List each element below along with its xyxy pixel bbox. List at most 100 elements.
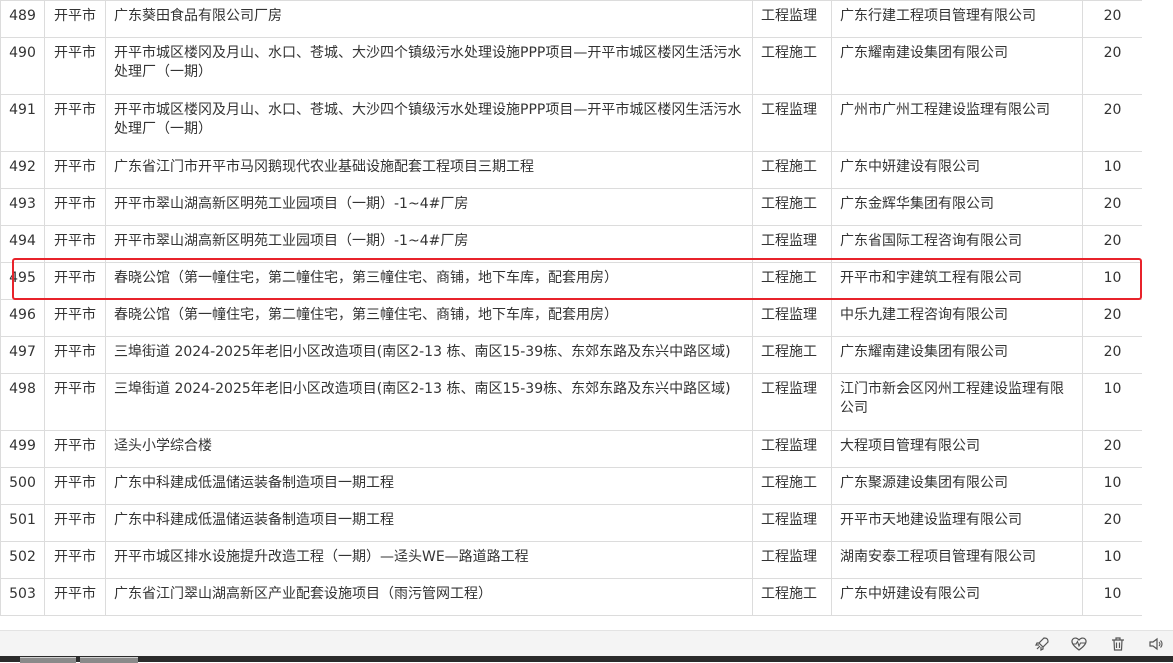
cell-score: 20 bbox=[1082, 94, 1142, 152]
cell-city: 开平市 bbox=[44, 94, 106, 152]
cell-city: 开平市 bbox=[44, 0, 106, 38]
cell-index: 493 bbox=[0, 188, 45, 226]
cell-score: 20 bbox=[1082, 504, 1142, 542]
cell-city: 开平市 bbox=[44, 299, 106, 337]
cell-city: 开平市 bbox=[44, 336, 106, 374]
heart-rate-icon[interactable] bbox=[1069, 634, 1089, 654]
cell-city: 开平市 bbox=[44, 188, 106, 226]
cell-project-name: 开平市城区楼冈及月山、水口、苍城、大沙四个镇级污水处理设施PPP项目—开平市城区… bbox=[105, 37, 753, 95]
cell-city: 开平市 bbox=[44, 504, 106, 542]
cell-city: 开平市 bbox=[44, 262, 106, 300]
cell-index: 503 bbox=[0, 578, 45, 616]
cell-company: 广东聚源建设集团有限公司 bbox=[831, 467, 1083, 505]
cell-project-name: 开平市城区排水设施提升改造工程（一期）—迳头WE—路道路工程 bbox=[105, 541, 753, 579]
table-row: 502 开平市 开平市城区排水设施提升改造工程（一期）—迳头WE—路道路工程 工程监理… bbox=[0, 541, 1142, 579]
cell-company: 开平市和宇建筑工程有限公司 bbox=[831, 262, 1083, 300]
cell-work-type: 工程监理 bbox=[752, 504, 832, 542]
cell-project-name: 三埠街道 2024-2025年老旧小区改造项目(南区2-13 栋、南区15-39… bbox=[105, 373, 753, 431]
cell-company: 广东省国际工程咨询有限公司 bbox=[831, 225, 1083, 263]
table-row: 493 开平市 开平市翠山湖高新区明苑工业园项目（一期）-1~4#厂房 工程施工 广东金… bbox=[0, 188, 1142, 226]
cell-work-type: 工程监理 bbox=[752, 225, 832, 263]
table-row: 492 开平市 广东省江门市开平市马冈鹅现代农业基础设施配套工程项目三期工程 工程施工… bbox=[0, 151, 1142, 189]
cell-company: 大程项目管理有限公司 bbox=[831, 430, 1083, 468]
cell-project-name: 广东省江门市开平市马冈鹅现代农业基础设施配套工程项目三期工程 bbox=[105, 151, 753, 189]
cell-score: 10 bbox=[1082, 151, 1142, 189]
cell-project-name: 广东中科建成低温储运装备制造项目一期工程 bbox=[105, 504, 753, 542]
cell-score: 10 bbox=[1082, 467, 1142, 505]
cell-score: 20 bbox=[1082, 225, 1142, 263]
cell-company: 广东金辉华集团有限公司 bbox=[831, 188, 1083, 226]
cell-work-type: 工程施工 bbox=[752, 336, 832, 374]
cell-index: 499 bbox=[0, 430, 45, 468]
cell-score: 20 bbox=[1082, 299, 1142, 337]
cell-company: 中乐九建工程咨询有限公司 bbox=[831, 299, 1083, 337]
cell-city: 开平市 bbox=[44, 373, 106, 431]
cell-city: 开平市 bbox=[44, 225, 106, 263]
cell-work-type: 工程监理 bbox=[752, 430, 832, 468]
cell-city: 开平市 bbox=[44, 541, 106, 579]
cell-index: 502 bbox=[0, 541, 45, 579]
cell-score: 10 bbox=[1082, 578, 1142, 616]
cell-city: 开平市 bbox=[44, 151, 106, 189]
cell-score: 10 bbox=[1082, 541, 1142, 579]
cell-company: 广州市广州工程建设监理有限公司 bbox=[831, 94, 1083, 152]
cell-score: 20 bbox=[1082, 0, 1142, 38]
trash-icon[interactable] bbox=[1108, 634, 1128, 654]
cell-score: 20 bbox=[1082, 336, 1142, 374]
cell-company: 广东行建工程项目管理有限公司 bbox=[831, 0, 1083, 38]
cell-project-name: 春晓公馆（第一幢住宅，第二幢住宅，第三幢住宅、商铺，地下车库，配套用房） bbox=[105, 299, 753, 337]
rocket-icon[interactable] bbox=[1032, 634, 1052, 654]
cell-index: 491 bbox=[0, 94, 45, 152]
cell-work-type: 工程监理 bbox=[752, 299, 832, 337]
cell-city: 开平市 bbox=[44, 430, 106, 468]
cell-company: 广东耀南建设集团有限公司 bbox=[831, 37, 1083, 95]
cell-work-type: 工程施工 bbox=[752, 37, 832, 95]
cell-index: 494 bbox=[0, 225, 45, 263]
cell-project-name: 广东中科建成低温储运装备制造项目一期工程 bbox=[105, 467, 753, 505]
cell-index: 489 bbox=[0, 0, 45, 38]
speaker-icon[interactable] bbox=[1146, 634, 1166, 654]
table-row: 500 开平市 广东中科建成低温储运装备制造项目一期工程 工程施工 广东聚源建设集团有限… bbox=[0, 467, 1142, 505]
cell-city: 开平市 bbox=[44, 37, 106, 95]
cell-company: 广东中妍建设有限公司 bbox=[831, 578, 1083, 616]
cell-score: 20 bbox=[1082, 37, 1142, 95]
table-row: 494 开平市 开平市翠山湖高新区明苑工业园项目（一期）-1~4#厂房 工程监理 广东省… bbox=[0, 225, 1142, 263]
cell-company: 广东中妍建设有限公司 bbox=[831, 151, 1083, 189]
cell-score: 20 bbox=[1082, 188, 1142, 226]
cell-work-type: 工程监理 bbox=[752, 0, 832, 38]
table-row: 499 开平市 迳头小学综合楼 工程监理 大程项目管理有限公司 20 bbox=[0, 430, 1142, 468]
cell-work-type: 工程监理 bbox=[752, 373, 832, 431]
cell-index: 490 bbox=[0, 37, 45, 95]
os-taskbar bbox=[0, 656, 1173, 663]
cell-company: 湖南安泰工程项目管理有限公司 bbox=[831, 541, 1083, 579]
table-row: 501 开平市 广东中科建成低温储运装备制造项目一期工程 工程监理 开平市天地建设监理有… bbox=[0, 504, 1142, 542]
cell-city: 开平市 bbox=[44, 467, 106, 505]
cell-index: 496 bbox=[0, 299, 45, 337]
table-row: 489 开平市 广东葵田食品有限公司厂房 工程监理 广东行建工程项目管理有限公司 20 bbox=[0, 0, 1142, 38]
cell-work-type: 工程施工 bbox=[752, 262, 832, 300]
cell-index: 498 bbox=[0, 373, 45, 431]
table-row: 497 开平市 三埠街道 2024-2025年老旧小区改造项目(南区2-13 栋、南… bbox=[0, 336, 1142, 374]
cell-score: 10 bbox=[1082, 262, 1142, 300]
browser-status-bar bbox=[0, 630, 1173, 657]
cell-project-name: 开平市城区楼冈及月山、水口、苍城、大沙四个镇级污水处理设施PPP项目—开平市城区… bbox=[105, 94, 753, 152]
table-row: 490 开平市 开平市城区楼冈及月山、水口、苍城、大沙四个镇级污水处理设施PPP项目… bbox=[0, 37, 1142, 95]
cell-index: 497 bbox=[0, 336, 45, 374]
cell-index: 495 bbox=[0, 262, 45, 300]
cell-work-type: 工程监理 bbox=[752, 541, 832, 579]
cell-city: 开平市 bbox=[44, 578, 106, 616]
taskbar-button[interactable] bbox=[20, 657, 76, 663]
data-table: 489 开平市 广东葵田食品有限公司厂房 工程监理 广东行建工程项目管理有限公司 20 49… bbox=[0, 0, 1142, 616]
cell-index: 492 bbox=[0, 151, 45, 189]
cell-score: 10 bbox=[1082, 373, 1142, 431]
cell-company: 江门市新会区冈州工程建设监理有限公司 bbox=[831, 373, 1083, 431]
cell-index: 501 bbox=[0, 504, 45, 542]
cell-work-type: 工程施工 bbox=[752, 151, 832, 189]
cell-project-name: 三埠街道 2024-2025年老旧小区改造项目(南区2-13 栋、南区15-39… bbox=[105, 336, 753, 374]
cell-work-type: 工程施工 bbox=[752, 467, 832, 505]
taskbar-button[interactable] bbox=[80, 657, 138, 663]
cell-work-type: 工程施工 bbox=[752, 578, 832, 616]
cell-project-name: 春晓公馆（第一幢住宅，第二幢住宅，第三幢住宅、商铺，地下车库，配套用房） bbox=[105, 262, 753, 300]
table-row: 491 开平市 开平市城区楼冈及月山、水口、苍城、大沙四个镇级污水处理设施PPP项目… bbox=[0, 94, 1142, 152]
cell-work-type: 工程施工 bbox=[752, 188, 832, 226]
